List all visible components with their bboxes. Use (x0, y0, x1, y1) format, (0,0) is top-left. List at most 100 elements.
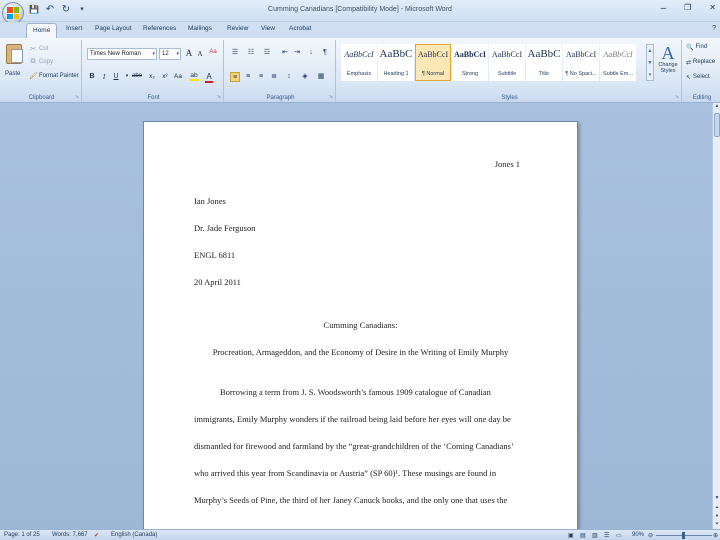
scroll-thumb[interactable] (714, 113, 720, 137)
style-subtitle[interactable]: AaBbCcI Subtitle (489, 44, 525, 81)
page-count[interactable]: Page: 1 of 25 (4, 532, 40, 538)
underline-button[interactable]: U (111, 73, 121, 80)
grow-font-button[interactable]: A (184, 48, 194, 58)
ribbon: Paste ✂ Cut ⧉ Copy 🖌 Format Painter Clip… (0, 38, 720, 103)
sort-icon[interactable]: ↓ (306, 48, 316, 58)
font-name-dropdown-icon: ▾ (152, 51, 155, 57)
paste-icon[interactable] (6, 44, 23, 64)
style-name: Heading 1 (383, 71, 409, 77)
align-center-icon[interactable]: ≡ (243, 72, 253, 82)
previous-page-icon[interactable]: ⏶ (713, 505, 720, 513)
more-styles-icon[interactable]: ▾ (647, 69, 653, 81)
scroll-up-arrow-icon[interactable]: ▲ (713, 103, 720, 111)
style-normal[interactable]: AaBbCcI ¶ Normal (415, 44, 451, 81)
borders-icon[interactable]: ▦ (316, 72, 326, 82)
tab-page-layout[interactable]: Page Layout (95, 25, 132, 32)
tab-review[interactable]: Review (227, 25, 248, 32)
tab-insert[interactable]: Insert (66, 25, 82, 32)
scroll-down-arrow-icon[interactable]: ▼ (713, 495, 720, 503)
style-sample: AaBbCcI (417, 50, 449, 59)
replace-button[interactable]: ⇄ Replace (686, 59, 715, 66)
next-page-icon[interactable]: ⏷ (713, 521, 720, 529)
print-layout-view-icon[interactable]: ▣ (568, 532, 574, 539)
status-bar: Page: 1 of 25 Words: 7,667 ✔ English (Ca… (0, 529, 720, 540)
zoom-in-icon[interactable]: ⊕ (713, 532, 718, 539)
numbering-icon[interactable]: ☷ (246, 48, 256, 58)
restore-button[interactable]: ❐ (684, 3, 691, 14)
zoom-slider[interactable] (656, 532, 712, 539)
minimize-button[interactable]: – (661, 3, 667, 14)
proofing-icon[interactable]: ✔ (94, 532, 99, 539)
format-painter-button[interactable]: 🖌 Format Painter (29, 72, 79, 80)
italic-button[interactable]: I (99, 73, 109, 81)
shrink-font-button[interactable]: A (195, 50, 205, 58)
tab-acrobat[interactable]: Acrobat (289, 25, 311, 32)
browse-object-icon[interactable]: ● (713, 513, 720, 521)
style-sample: AaBbCcI (491, 50, 523, 59)
tab-view[interactable]: View (261, 25, 275, 32)
change-styles-button[interactable]: A Change Styles (657, 44, 679, 74)
change-case-button[interactable]: Aa (172, 73, 184, 80)
document-subtitle: Procreation, Armageddon, and the Economy… (212, 347, 509, 357)
select-button[interactable]: ↖ Select (686, 74, 710, 81)
style-heading-1[interactable]: AaBbC Heading 1 (378, 44, 414, 81)
full-screen-view-icon[interactable]: ▤ (580, 532, 586, 539)
tab-references[interactable]: References (143, 25, 176, 32)
clipboard-launcher-icon[interactable]: ↘ (75, 94, 79, 100)
ribbon-tabs: Home Insert Page Layout References Maili… (0, 22, 720, 38)
body-line: Borrowing a term from J. S. Woodsworth’s… (220, 387, 491, 397)
copy-button[interactable]: ⧉ Copy (29, 58, 54, 66)
body-line: Murphy’s Seeds of Pine, the third of her… (194, 495, 508, 505)
font-color-bar (205, 81, 213, 83)
superscript-button[interactable]: x² (159, 73, 171, 80)
highlight-button[interactable]: ab (188, 72, 200, 81)
paste-button[interactable]: Paste (5, 71, 20, 77)
font-launcher-icon[interactable]: ↘ (217, 94, 221, 100)
justify-icon[interactable]: ≣ (269, 72, 279, 82)
find-button[interactable]: 🔍 Find (686, 44, 707, 51)
document-date: 20 April 2011 (194, 277, 241, 287)
zoom-out-icon[interactable]: ⊖ (648, 532, 653, 539)
cut-label: Cut (39, 46, 49, 52)
line-spacing-icon[interactable]: ↕ (284, 72, 294, 82)
style-subtle-emphasis[interactable]: AaBbCcI Subtle Em... (600, 44, 636, 81)
scroll-down-icon[interactable]: ▼ (647, 57, 653, 69)
cut-button[interactable]: ✂ Cut (29, 45, 48, 53)
bullets-icon[interactable]: ☰ (230, 48, 240, 58)
web-layout-view-icon[interactable]: ▥ (592, 532, 598, 539)
paragraph-launcher-icon[interactable]: ↘ (329, 94, 333, 100)
scroll-up-icon[interactable]: ▲ (647, 45, 653, 57)
close-button[interactable]: ✕ (709, 3, 716, 14)
styles-scroll[interactable]: ▲ ▼ ▾ (646, 44, 654, 81)
draft-view-icon[interactable]: ▭ (616, 532, 622, 539)
shading-icon[interactable]: ◈ (300, 72, 310, 82)
font-size-select[interactable]: 12 ▾ (159, 48, 181, 60)
zoom-level[interactable]: 90% (632, 532, 644, 538)
font-color-button[interactable]: A (204, 72, 214, 83)
increase-indent-icon[interactable]: ⇥ (292, 48, 302, 58)
vertical-scrollbar[interactable]: ▲ ▼ ⏶ ● ⏷ (712, 103, 720, 529)
subscript-button[interactable]: x₂ (146, 73, 158, 80)
outline-view-icon[interactable]: ☰ (604, 532, 609, 539)
clear-formatting-button[interactable]: Aa (208, 49, 218, 55)
tab-mailings[interactable]: Mailings (188, 25, 212, 32)
show-formatting-icon[interactable]: ¶ (320, 48, 330, 58)
document-page[interactable]: Jones 1 Ian Jones Dr. Jade Ferguson ENGL… (143, 121, 578, 529)
word-count[interactable]: Words: 7,667 (52, 532, 88, 538)
help-icon[interactable]: ? (712, 25, 716, 32)
tab-home[interactable]: Home (26, 23, 58, 38)
styles-launcher-icon[interactable]: ↘ (675, 94, 679, 100)
zoom-slider-knob[interactable] (682, 532, 685, 539)
strikethrough-button[interactable]: abe (130, 73, 144, 79)
font-name-select[interactable]: Times New Roman ▾ (87, 48, 157, 60)
style-strong[interactable]: AaBbCcI Strong (452, 44, 488, 81)
decrease-indent-icon[interactable]: ⇤ (280, 48, 290, 58)
align-right-icon[interactable]: ≡ (256, 72, 266, 82)
style-emphasis[interactable]: AaBbCcI Emphasis (341, 44, 377, 81)
bold-button[interactable]: B (87, 73, 97, 80)
multilevel-list-icon[interactable]: ☲ (262, 48, 272, 58)
style-title[interactable]: AaBbC Title (526, 44, 562, 81)
style-no-spacing[interactable]: AaBbCcI ¶ No Spaci... (563, 44, 599, 81)
align-left-icon[interactable]: ≡ (230, 72, 240, 82)
language[interactable]: English (Canada) (111, 532, 157, 538)
